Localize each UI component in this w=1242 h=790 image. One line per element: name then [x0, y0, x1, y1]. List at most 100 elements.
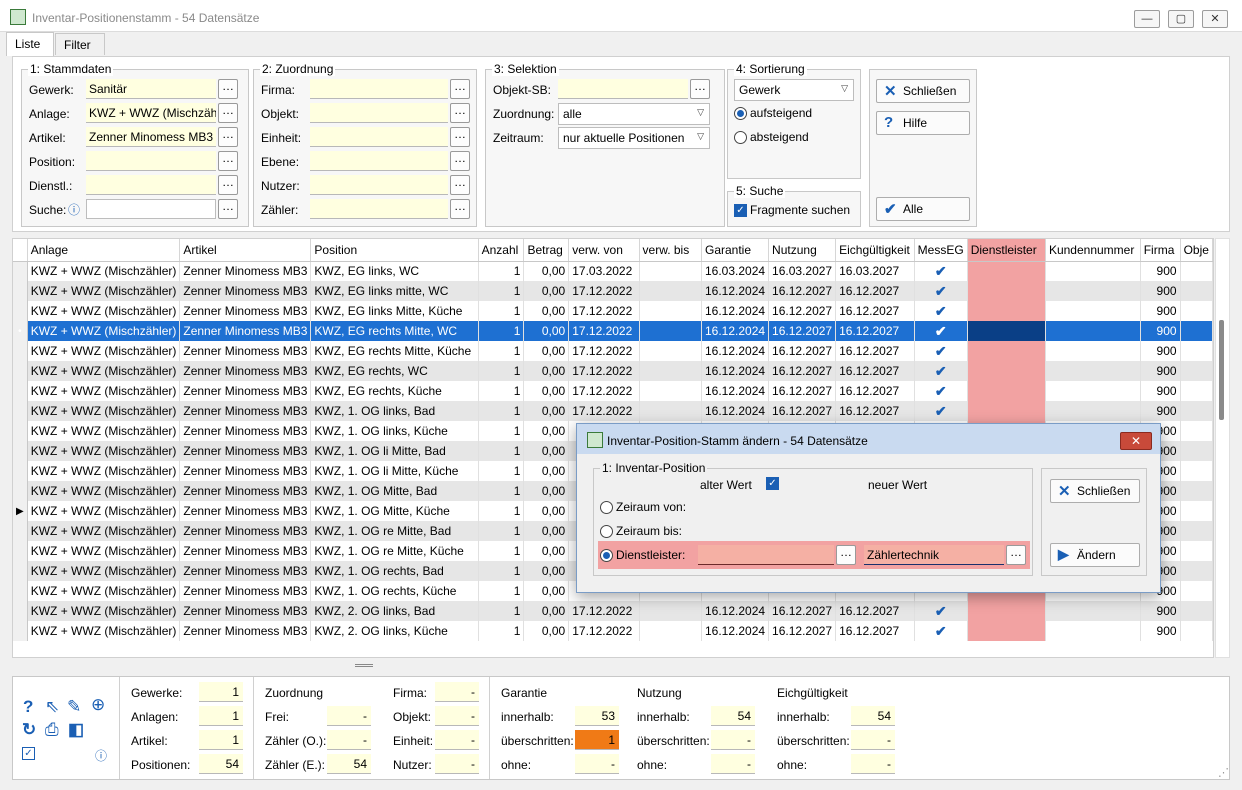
cell-anlage[interactable]: KWZ + WWZ (Mischzähler): [27, 501, 181, 521]
row-indicator[interactable]: ▶: [13, 501, 28, 521]
cell-anzahl[interactable]: 1: [478, 621, 525, 641]
cell-firma[interactable]: 900: [1140, 361, 1181, 381]
row-indicator[interactable]: •: [13, 321, 28, 341]
cell-eichgueltigkeit[interactable]: 16.12.2027: [835, 301, 915, 321]
cell-nutzung[interactable]: 16.03.2027: [768, 261, 837, 281]
zeiraum-bis-radio[interactable]: [600, 525, 613, 538]
sortierung-select[interactable]: Gewerk ▽: [734, 79, 854, 101]
cell-position[interactable]: KWZ, EG rechts Mitte, Küche: [310, 341, 479, 361]
cell-verw-bis[interactable]: [639, 321, 702, 341]
cell-garantie[interactable]: 16.12.2024: [701, 281, 770, 301]
col-verw-bis[interactable]: verw. bis: [639, 239, 702, 262]
table-row[interactable]: KWZ + WWZ (Mischzähler) Zenner Minomess M…: [13, 301, 1213, 321]
cell-objekt[interactable]: [1180, 441, 1213, 461]
row-indicator[interactable]: [13, 421, 28, 441]
cell-eichgueltigkeit[interactable]: 16.12.2027: [835, 401, 915, 421]
zeiraum-von-radio[interactable]: [600, 501, 613, 514]
cell-verw-bis[interactable]: [639, 601, 702, 621]
col-firma[interactable]: Firma: [1140, 239, 1181, 262]
cell-garantie[interactable]: 16.12.2024: [701, 401, 770, 421]
cell-verw-bis[interactable]: [639, 281, 702, 301]
cell-nutzung[interactable]: 16.12.2027: [768, 601, 837, 621]
tab-liste[interactable]: Liste: [6, 32, 54, 56]
cell-anlage[interactable]: KWZ + WWZ (Mischzähler): [27, 581, 181, 601]
cell-messeg[interactable]: ✔: [914, 601, 968, 621]
cell-verw-von[interactable]: 17.12.2022: [568, 621, 640, 641]
cell-anzahl[interactable]: 1: [478, 561, 525, 581]
col-position[interactable]: Position: [310, 239, 479, 262]
cell-garantie[interactable]: 16.12.2024: [701, 381, 770, 401]
cell-anzahl[interactable]: 1: [478, 461, 525, 481]
cell-betrag[interactable]: 0,00: [523, 361, 570, 381]
cell-objekt[interactable]: [1180, 261, 1213, 281]
cell-verw-bis[interactable]: [639, 361, 702, 381]
cell-kundennummer[interactable]: [1045, 361, 1141, 381]
cell-verw-von[interactable]: 17.12.2022: [568, 341, 640, 361]
row-indicator[interactable]: [13, 481, 28, 501]
cell-artikel[interactable]: Zenner Minomess MB3: [179, 441, 312, 461]
cell-artikel[interactable]: Zenner Minomess MB3: [179, 501, 312, 521]
cell-betrag[interactable]: 0,00: [523, 401, 570, 421]
splitter-handle[interactable]: [355, 664, 373, 667]
cell-anzahl[interactable]: 1: [478, 501, 525, 521]
cell-betrag[interactable]: 0,00: [523, 501, 570, 521]
cell-artikel[interactable]: Zenner Minomess MB3: [179, 521, 312, 541]
schliessen-button[interactable]: ✕ Schließen: [876, 79, 970, 103]
position-browse-button[interactable]: …: [218, 151, 238, 171]
cell-verw-bis[interactable]: [639, 301, 702, 321]
cell-garantie[interactable]: 16.12.2024: [701, 341, 770, 361]
cell-objekt[interactable]: [1180, 601, 1213, 621]
cell-anlage[interactable]: KWZ + WWZ (Mischzähler): [27, 561, 181, 581]
cell-messeg[interactable]: ✔: [914, 621, 968, 641]
add-icon[interactable]: ⊕: [91, 695, 105, 715]
cell-kundennummer[interactable]: [1045, 381, 1141, 401]
cell-position[interactable]: KWZ, 1. OG Mitte, Bad: [310, 481, 479, 501]
grid-scrollbar[interactable]: [1215, 238, 1230, 658]
nutzer-field[interactable]: [310, 175, 448, 195]
row-indicator[interactable]: [13, 521, 28, 541]
cell-garantie[interactable]: 16.12.2024: [701, 601, 770, 621]
cell-betrag[interactable]: 0,00: [523, 561, 570, 581]
cell-artikel[interactable]: Zenner Minomess MB3: [179, 481, 312, 501]
cell-nutzung[interactable]: 16.12.2027: [768, 321, 837, 341]
cell-objekt[interactable]: [1180, 581, 1213, 601]
row-indicator[interactable]: [13, 301, 28, 321]
cell-anzahl[interactable]: 1: [478, 521, 525, 541]
row-indicator[interactable]: [13, 401, 28, 421]
table-row[interactable]: KWZ + WWZ (Mischzähler) Zenner Minomess M…: [13, 341, 1213, 361]
cell-position[interactable]: KWZ, EG rechts Mitte, WC: [310, 321, 479, 341]
cell-garantie[interactable]: 16.03.2024: [701, 261, 770, 281]
cell-anzahl[interactable]: 1: [478, 581, 525, 601]
cell-objekt[interactable]: [1180, 481, 1213, 501]
cell-position[interactable]: KWZ, EG rechts, Küche: [310, 381, 479, 401]
cell-position[interactable]: KWZ, 1. OG re Mitte, Bad: [310, 521, 479, 541]
cell-dienstleister[interactable]: [967, 601, 1046, 621]
cell-objekt[interactable]: [1180, 321, 1213, 341]
cell-verw-bis[interactable]: [639, 381, 702, 401]
neuer-wert-field[interactable]: Zählertechnik: [864, 545, 1004, 565]
cell-dienstleister[interactable]: [967, 301, 1046, 321]
firma-field[interactable]: [310, 79, 448, 99]
cell-objekt[interactable]: [1180, 521, 1213, 541]
table-row[interactable]: KWZ + WWZ (Mischzähler) Zenner Minomess M…: [13, 281, 1213, 301]
table-row[interactable]: KWZ + WWZ (Mischzähler) Zenner Minomess M…: [13, 381, 1213, 401]
cell-kundennummer[interactable]: [1045, 321, 1141, 341]
cell-messeg[interactable]: ✔: [914, 401, 968, 421]
cell-anzahl[interactable]: 1: [478, 261, 525, 281]
zaehler-browse-button[interactable]: …: [450, 199, 470, 219]
cell-objekt[interactable]: [1180, 341, 1213, 361]
objekt-field[interactable]: [310, 103, 448, 123]
cell-artikel[interactable]: Zenner Minomess MB3: [179, 301, 312, 321]
cell-garantie[interactable]: 16.12.2024: [701, 621, 770, 641]
cell-eichgueltigkeit[interactable]: 16.03.2027: [835, 261, 915, 281]
help-icon[interactable]: ?: [23, 697, 33, 717]
cell-kundennummer[interactable]: [1045, 281, 1141, 301]
cell-anlage[interactable]: KWZ + WWZ (Mischzähler): [27, 441, 181, 461]
cell-verw-von[interactable]: 17.12.2022: [568, 321, 640, 341]
cell-dienstleister[interactable]: [967, 621, 1046, 641]
row-indicator[interactable]: [13, 541, 28, 561]
cell-objekt[interactable]: [1180, 461, 1213, 481]
row-indicator[interactable]: [13, 341, 28, 361]
objekt-sb-browse-button[interactable]: …: [690, 79, 710, 99]
cell-anlage[interactable]: KWZ + WWZ (Mischzähler): [27, 381, 181, 401]
